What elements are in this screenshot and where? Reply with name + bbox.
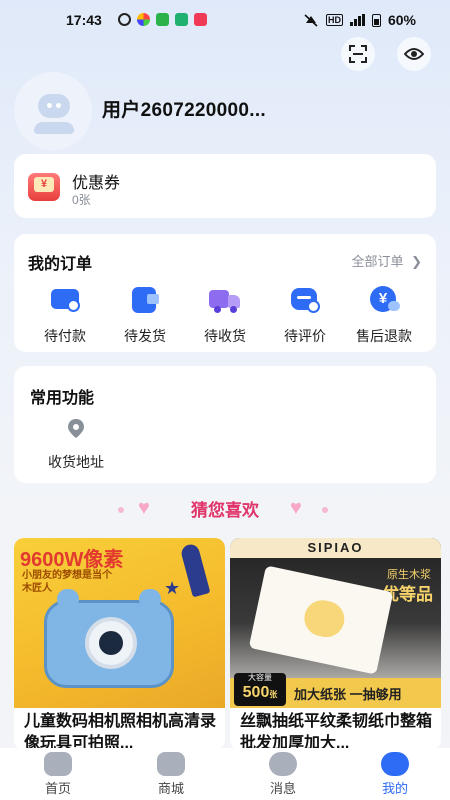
order-item-label: 待付款 [44, 328, 86, 344]
tab-label: 商城 [157, 781, 184, 796]
message-notification-icon [175, 13, 188, 26]
scan-button[interactable] [341, 37, 375, 71]
tab-label: 我的 [381, 781, 408, 796]
shopping-bag-icon [157, 752, 185, 776]
chat-notification-icon [118, 13, 131, 26]
coupon-icon: ¥ [28, 173, 60, 201]
product-image-slogan: 加大纸张 一抽够用 [294, 687, 402, 702]
star-decoration-icon: ★ [164, 578, 181, 598]
status-right: HD 60% [303, 12, 416, 28]
review-icon [289, 284, 321, 316]
avatar-body-shape [34, 122, 74, 134]
order-item-label: 待收货 [204, 328, 246, 344]
order-after-sales-refund[interactable]: ¥ 售后退款 [344, 284, 424, 346]
product-card[interactable]: 9600W像素 小朋友的梦想是当个木匠人 ★ 儿童数码相机照相机高清录像玩具可拍… [14, 538, 225, 750]
tab-messages[interactable]: 消息 [243, 752, 323, 797]
orders-card: 我的订单 全部订单 ❯ 待付款 待发货 待收货 待评价 ¥ 售后退款 [14, 234, 436, 352]
product-title: 儿童数码相机照相机高清录像玩具可拍照... [24, 713, 217, 750]
functions-title: 常用功能 [30, 390, 95, 407]
location-icon [68, 419, 84, 438]
home-icon [44, 752, 72, 776]
order-item-label: 待发货 [124, 328, 166, 344]
product-image-camera: 9600W像素 小朋友的梦想是当个木匠人 ★ [14, 538, 225, 708]
network-type: HD [325, 14, 343, 26]
order-item-label: 待评价 [284, 328, 326, 344]
order-pending-receipt[interactable]: 待收货 [187, 284, 263, 346]
product-image-headline: 9600W像素 [20, 549, 124, 571]
function-label: 收货地址 [48, 454, 104, 470]
app-notification-icon [137, 13, 150, 26]
chevron-right-icon: ❯ [411, 254, 422, 269]
battery-icon [371, 13, 381, 27]
order-pending-payment[interactable]: 待付款 [27, 284, 103, 346]
order-item-label: 售后退款 [356, 328, 412, 344]
eye-button[interactable] [397, 37, 431, 71]
message-icon [269, 752, 297, 776]
scan-icon [349, 45, 367, 63]
avatar[interactable] [14, 72, 92, 150]
notification-icons [118, 13, 207, 26]
functions-card: 常用功能 收货地址 [14, 366, 436, 483]
profile-face-icon [381, 752, 409, 776]
tab-home[interactable]: 首页 [18, 752, 98, 797]
tab-label: 首页 [44, 781, 71, 796]
status-bar: 17:43 HD 60% [0, 0, 450, 40]
product-capacity-badge: 大容量 500张 [234, 673, 286, 706]
wallet-icon [49, 284, 81, 316]
address-function[interactable]: 收货地址 [36, 418, 116, 472]
decor-dot [322, 507, 328, 513]
avatar-face-icon [38, 94, 70, 118]
all-orders-link[interactable]: 全部订单 ❯ [351, 251, 422, 270]
camera-illustration [44, 589, 174, 688]
capacity-count: 500 [242, 684, 270, 701]
product-image-tissue: SIPIAO 原生木浆 优等品 大容量 500张 加大纸张 一抽够用 [230, 538, 441, 708]
order-pending-review[interactable]: 待评价 [267, 284, 343, 346]
coupon-label: 优惠券 [72, 175, 121, 192]
status-time: 17:43 [66, 12, 102, 28]
bottom-tab-bar: 首页 商城 消息 我的 [0, 748, 450, 800]
mute-icon [304, 14, 318, 27]
coupon-icon-symbol: ¥ [34, 177, 54, 192]
capacity-label: 大容量 [248, 673, 272, 682]
heart-icon: ♥ [290, 497, 302, 519]
all-orders-label: 全部订单 [351, 254, 404, 269]
refund-icon: ¥ [368, 284, 400, 316]
coupon-card[interactable]: ¥ 优惠券 0张 [14, 154, 436, 218]
product-image-brand: SIPIAO [230, 538, 441, 558]
tab-label: 消息 [269, 781, 296, 796]
tab-mine[interactable]: 我的 [355, 752, 435, 797]
capacity-unit: 张 [269, 690, 278, 699]
truck-icon [209, 284, 241, 316]
tab-mall[interactable]: 商城 [131, 752, 211, 797]
eye-icon [404, 48, 424, 60]
product-card[interactable]: SIPIAO 原生木浆 优等品 大容量 500张 加大纸张 一抽够用 丝飘抽纸平… [230, 538, 441, 750]
package-icon [129, 284, 161, 316]
recommend-title: 猜您喜欢 [191, 501, 259, 520]
battery-percent: 60% [387, 12, 416, 28]
wechat-notification-icon [156, 13, 169, 26]
coupon-count: 0张 [72, 193, 91, 207]
tissue-box-illustration [248, 565, 394, 675]
order-pending-shipment[interactable]: 待发货 [107, 284, 183, 346]
orders-title: 我的订单 [28, 256, 93, 273]
product-title: 丝飘抽纸平纹柔韧纸巾整箱批发加厚加大... [240, 713, 433, 750]
rocket-decoration-icon [179, 542, 211, 598]
username[interactable]: 用户2607220000... [102, 95, 266, 122]
signal-icon [349, 14, 365, 26]
music-notification-icon [194, 13, 207, 26]
